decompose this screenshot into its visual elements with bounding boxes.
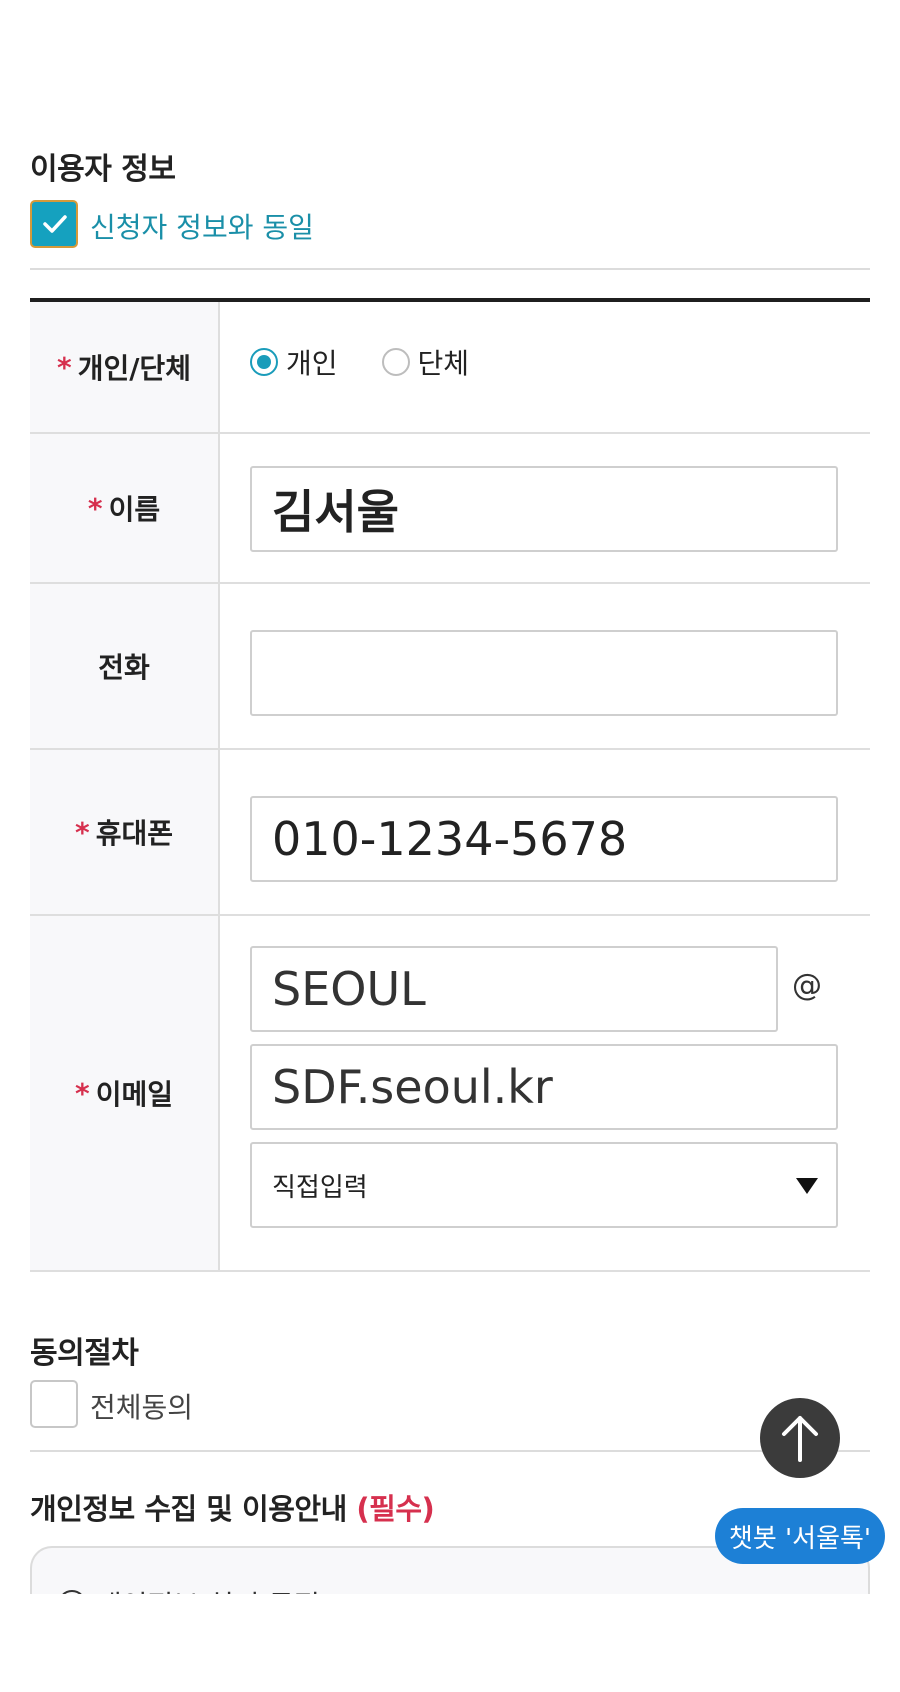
phone-label-cell: 전화 — [30, 584, 220, 748]
phone-input[interactable] — [250, 630, 838, 716]
radio-group-org[interactable] — [381, 348, 410, 376]
same-as-applicant-label[interactable]: 신청자 정보와 동일 — [90, 206, 314, 246]
mobile-label: 휴대폰 — [95, 817, 173, 850]
phone-cell — [220, 584, 870, 748]
email-domain-select[interactable]: 직접입력 — [250, 1142, 838, 1228]
name-input[interactable]: 김서울 — [250, 466, 838, 552]
radio-individual-label[interactable]: 개인 — [286, 342, 338, 382]
user-info-title: 이용자 정보 — [30, 152, 176, 187]
phone-label: 전화 — [98, 651, 150, 684]
name-label: 이름 — [108, 493, 161, 526]
same-as-applicant-checkbox[interactable] — [30, 200, 78, 248]
row-email: * 이메일 SEOUL @ SDF.seoul.kr 직접입력 — [30, 916, 870, 1272]
name-cell: 김서울 — [220, 434, 870, 582]
all-agree-label[interactable]: 전체동의 — [90, 1386, 193, 1426]
divider — [30, 268, 870, 270]
mobile-cell: 010-1234-5678 — [220, 750, 870, 914]
required-mark: * — [75, 1076, 90, 1110]
type-radio-group: 개인 단체 — [250, 342, 513, 382]
privacy-required-mark: (필수) — [356, 1492, 435, 1526]
mobile-label-cell: * 휴대폰 — [30, 750, 220, 914]
type-cell: 개인 단체 — [220, 302, 870, 432]
mobile-input[interactable]: 010-1234-5678 — [250, 796, 838, 882]
required-mark: * — [87, 491, 103, 525]
row-mobile: * 휴대폰 010-1234-5678 — [30, 750, 870, 916]
name-label-cell: * 이름 — [30, 434, 220, 582]
row-type: * 개인/단체 개인 단체 — [30, 302, 870, 434]
email-local-input[interactable]: SEOUL — [250, 946, 778, 1032]
type-label-cell: * 개인/단체 — [30, 302, 220, 432]
divider — [30, 1450, 870, 1452]
radio-group-org-label[interactable]: 단체 — [418, 342, 470, 382]
check-icon — [43, 215, 67, 233]
user-info-form: * 개인/단체 개인 단체 * 이름 김서울 전화 * 휴대폰 010-1234… — [30, 302, 870, 1272]
row-name: * 이름 김서울 — [30, 434, 870, 584]
email-label-cell: * 이메일 — [30, 916, 220, 1270]
row-phone: 전화 — [30, 584, 870, 750]
email-domain-input[interactable]: SDF.seoul.kr — [250, 1044, 838, 1130]
scroll-top-button[interactable] — [760, 1398, 840, 1478]
required-mark: * — [75, 815, 90, 849]
arrow-up-icon — [782, 1416, 818, 1462]
viewport-bottom-mask — [0, 1594, 900, 1692]
all-agree-checkbox[interactable] — [30, 1380, 78, 1428]
at-sign: @ — [792, 968, 822, 1003]
radio-individual[interactable] — [250, 348, 278, 376]
dropdown-arrow-icon — [796, 1178, 818, 1194]
email-domain-select-value: 직접입력 — [272, 1172, 368, 1203]
email-label: 이메일 — [95, 1078, 173, 1111]
consent-title: 동의절차 — [30, 1336, 139, 1371]
type-label: 개인/단체 — [77, 352, 191, 385]
email-cell: SEOUL @ SDF.seoul.kr 직접입력 — [220, 916, 870, 1270]
chatbot-button[interactable]: 챗봇 '서울톡' — [715, 1508, 885, 1564]
privacy-title-text: 개인정보 수집 및 이용안내 — [30, 1492, 347, 1526]
required-mark: * — [57, 350, 72, 384]
privacy-title: 개인정보 수집 및 이용안내 (필수) — [30, 1486, 435, 1528]
